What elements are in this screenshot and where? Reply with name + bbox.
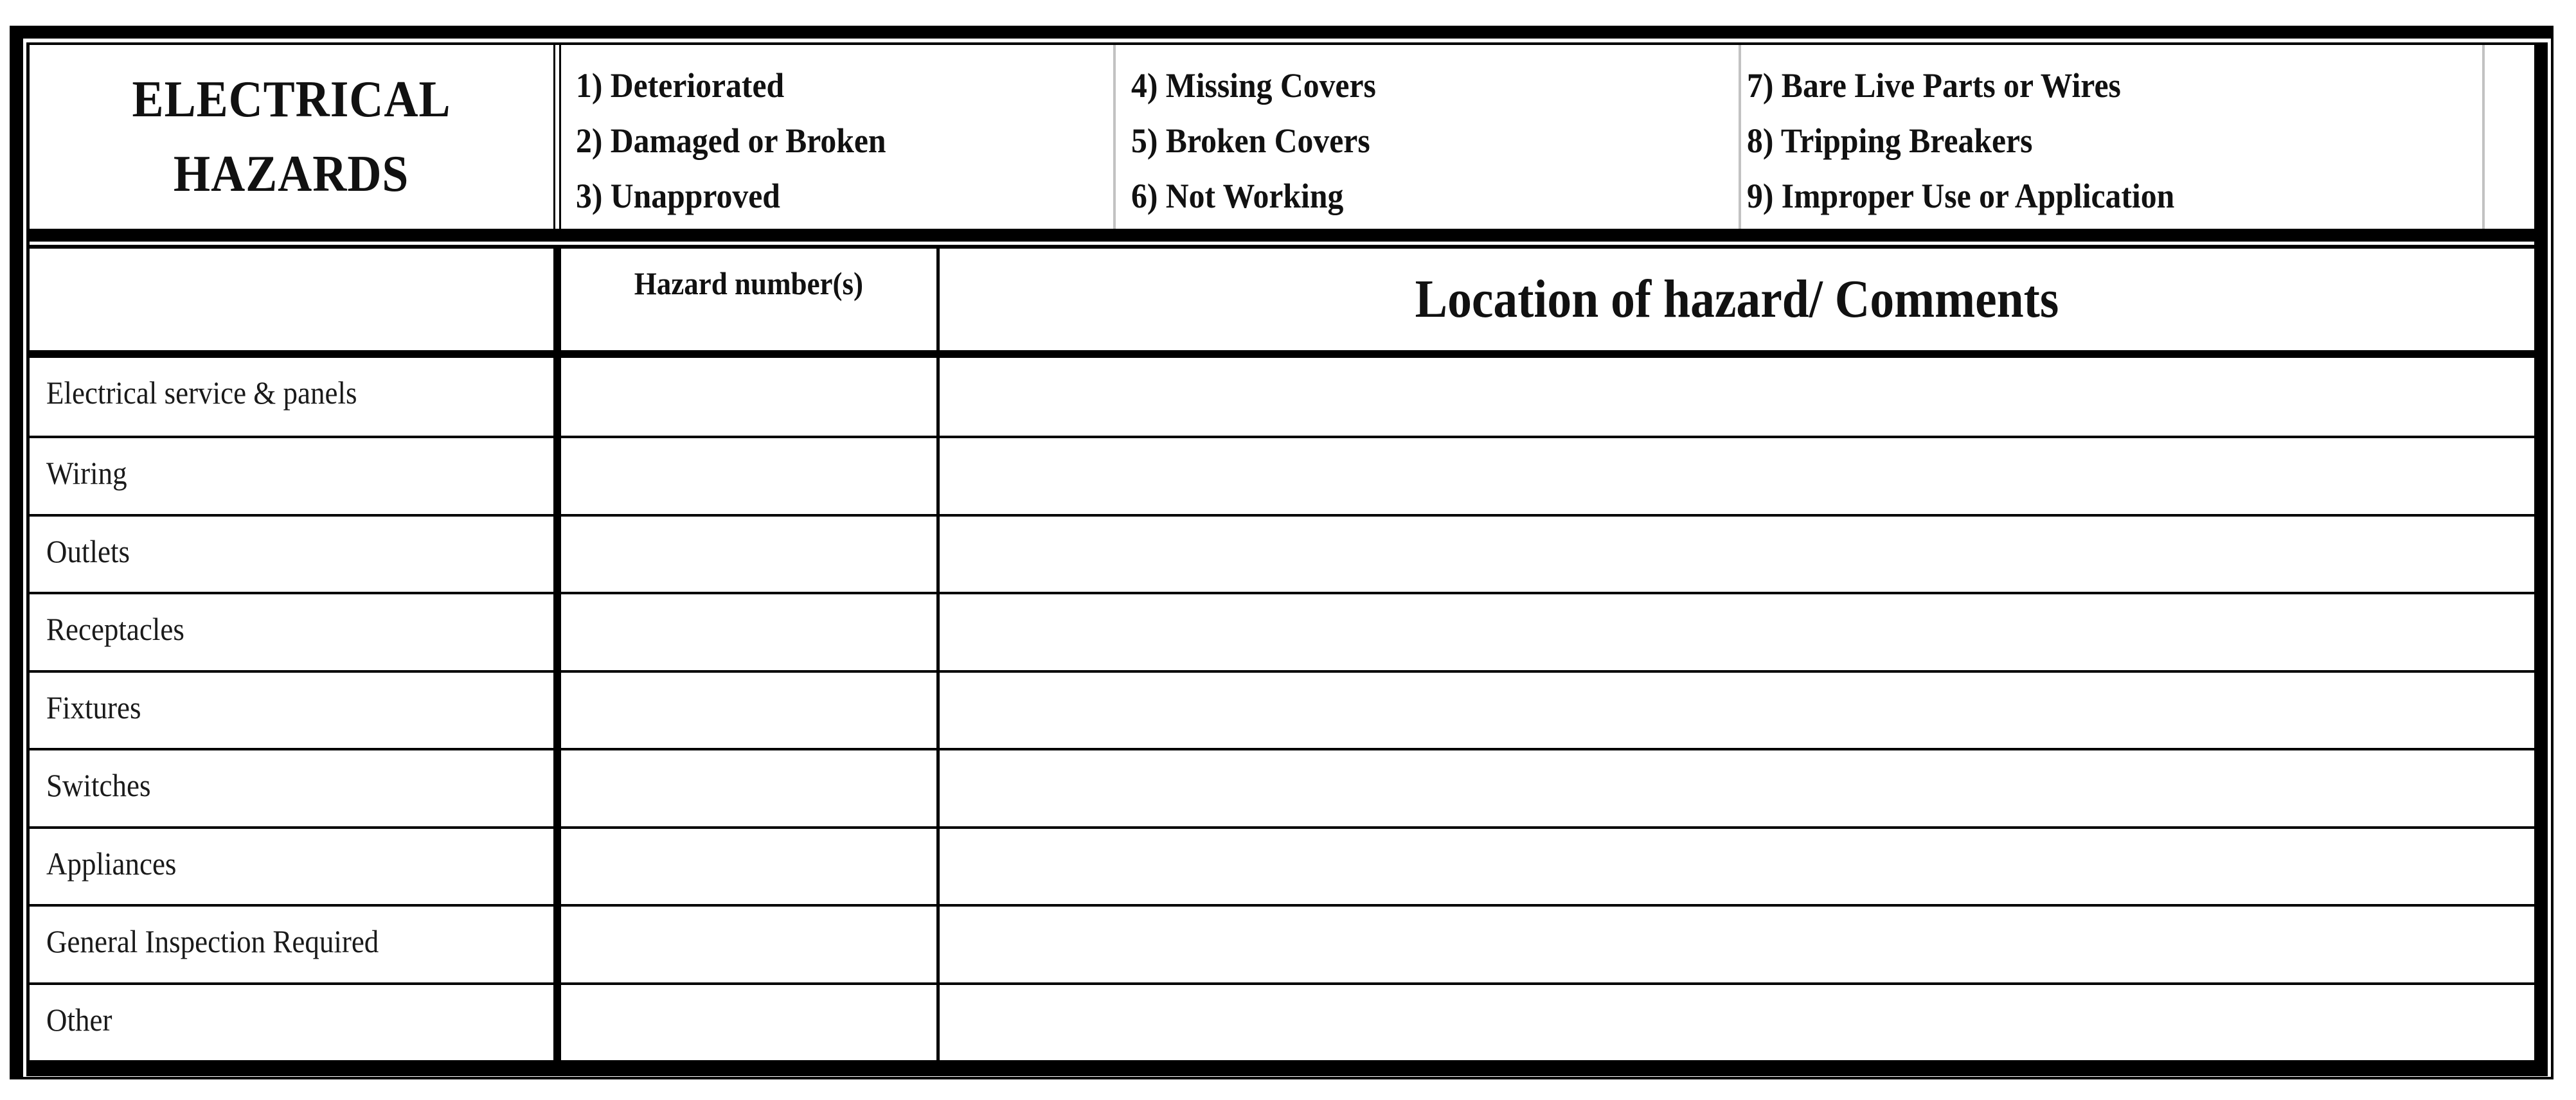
column-divider-2 (936, 249, 940, 1060)
table-row: Fixtures (30, 670, 2534, 748)
table-row: Electrical service & panels (30, 358, 2534, 436)
hazard-number-field[interactable] (561, 594, 936, 670)
legend-item-5: 5) Broken Covers (1131, 121, 1370, 160)
table-row: Receptacles (30, 592, 2534, 670)
location-comment-field[interactable] (940, 829, 2534, 904)
table-row: Outlets (30, 513, 2534, 592)
row-category-label: Appliances (46, 845, 177, 882)
header-location-comments-label: Location of hazard/ Comments (1415, 269, 2059, 329)
row-category-label: Outlets (46, 533, 130, 569)
table-row: Other (30, 982, 2534, 1060)
hazard-legend-section: ELECTRICAL HAZARDS 1) Deteriorated 2) Da… (30, 45, 2534, 229)
form-title-line-2: HAZARDS (174, 146, 409, 202)
header-bottom-border (30, 350, 2534, 358)
legend-item-3: 3) Unapproved (576, 177, 780, 215)
column-divider-1 (553, 249, 561, 1060)
header-location-comments: Location of hazard/ Comments (940, 249, 2534, 350)
legend-item-2: 2) Damaged or Broken (576, 121, 886, 160)
legend-item-7: 7) Bare Live Parts or Wires (1747, 66, 2121, 105)
header-hazard-numbers: Hazard number(s) (561, 249, 936, 350)
hazard-table: Hazard number(s) Location of hazard/ Com… (30, 249, 2534, 1060)
location-comment-field[interactable] (940, 750, 2534, 826)
legend-column-3: 7) Bare Live Parts or Wires 8) Tripping … (1747, 45, 2212, 229)
row-category-label: Receptacles (46, 611, 184, 648)
legend-divider-2 (1739, 45, 1741, 229)
row-category-label: Wiring (46, 455, 127, 492)
form-title: ELECTRICAL HAZARDS (30, 45, 553, 229)
hazard-number-field[interactable] (561, 358, 936, 436)
hazard-number-field[interactable] (561, 985, 936, 1060)
legend-column-2: 4) Missing Covers 5) Broken Covers 6) No… (1131, 45, 1397, 229)
header-hazard-numbers-label: Hazard number(s) (634, 265, 864, 301)
location-comment-field[interactable] (940, 594, 2534, 670)
form-title-line-1: ELECTRICAL (132, 71, 451, 128)
title-legend-divider (553, 45, 561, 229)
hazard-number-field[interactable] (561, 438, 936, 513)
hazard-number-field[interactable] (561, 673, 936, 748)
legend-item-6: 6) Not Working (1131, 177, 1344, 215)
legend-column-1: 1) Deteriorated 2) Damaged or Broken 3) … (576, 45, 913, 229)
legend-item-8: 8) Tripping Breakers (1747, 121, 2033, 160)
table-row: General Inspection Required (30, 904, 2534, 982)
legend-item-1: 1) Deteriorated (576, 66, 785, 105)
row-category-label: Fixtures (46, 689, 141, 725)
row-category-label: Switches (46, 767, 151, 804)
location-comment-field[interactable] (940, 358, 2534, 436)
location-comment-field[interactable] (940, 907, 2534, 982)
hazard-number-field[interactable] (561, 517, 936, 592)
legend-divider-3 (2482, 45, 2485, 229)
row-category-label: Other (46, 1001, 112, 1038)
table-body: Electrical service & panels Wiring Outlets… (30, 358, 2534, 1060)
row-category-label: Electrical service & panels (46, 375, 357, 411)
location-comment-field[interactable] (940, 673, 2534, 748)
location-comment-field[interactable] (940, 438, 2534, 513)
table-header-row: Hazard number(s) Location of hazard/ Com… (30, 249, 2534, 350)
table-row: Wiring (30, 436, 2534, 513)
section-divider-thick (26, 229, 2534, 242)
table-row: Switches (30, 748, 2534, 826)
location-comment-field[interactable] (940, 985, 2534, 1060)
legend-item-9: 9) Improper Use or Application (1747, 177, 2175, 215)
hazard-number-field[interactable] (561, 829, 936, 904)
hazard-number-field[interactable] (561, 750, 936, 826)
table-row: Appliances (30, 826, 2534, 904)
legend-divider-1 (1113, 45, 1116, 229)
hazard-number-field[interactable] (561, 907, 936, 982)
legend-item-4: 4) Missing Covers (1131, 66, 1376, 105)
location-comment-field[interactable] (940, 517, 2534, 592)
row-category-label: General Inspection Required (46, 923, 379, 960)
